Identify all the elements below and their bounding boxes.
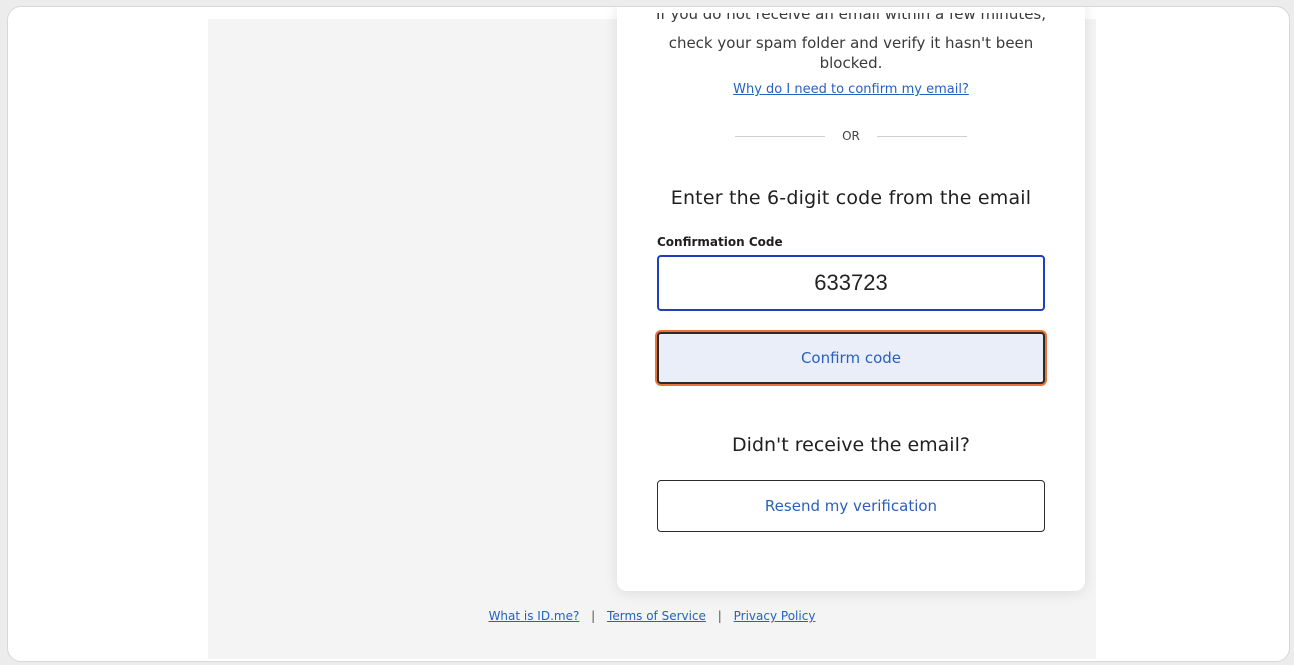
page-background: If you do not receive an email within a … bbox=[208, 7, 1096, 659]
footer-separator: | bbox=[591, 609, 596, 623]
email-instructions-cut: If you do not receive an email within a … bbox=[617, 13, 1085, 27]
email-instructions-cut-text: If you do not receive an email within a … bbox=[655, 13, 1047, 23]
confirmation-code-input[interactable] bbox=[657, 255, 1045, 311]
or-divider: OR bbox=[735, 128, 967, 144]
why-confirm-email-link[interactable]: Why do I need to confirm my email? bbox=[617, 82, 1085, 97]
terms-of-service-link[interactable]: Terms of Service bbox=[607, 609, 706, 623]
what-is-idme-link[interactable]: What is ID.me? bbox=[489, 609, 580, 623]
divider-line-right bbox=[877, 136, 967, 137]
verification-card: If you do not receive an email within a … bbox=[617, 7, 1085, 591]
footer-separator: | bbox=[717, 609, 722, 623]
privacy-policy-link[interactable]: Privacy Policy bbox=[734, 609, 816, 623]
footer-links: What is ID.me? | Terms of Service | Priv… bbox=[208, 609, 1096, 623]
confirm-code-button[interactable]: Confirm code bbox=[657, 332, 1045, 384]
email-instructions: check your spam folder and verify it has… bbox=[668, 34, 1034, 72]
code-heading: Enter the 6-digit code from the email bbox=[670, 187, 1032, 209]
resend-heading: Didn't receive the email? bbox=[732, 434, 970, 456]
browser-viewport: If you do not receive an email within a … bbox=[7, 6, 1290, 662]
resend-verification-button[interactable]: Resend my verification bbox=[657, 480, 1045, 532]
confirmation-code-label: Confirmation Code bbox=[657, 235, 783, 249]
